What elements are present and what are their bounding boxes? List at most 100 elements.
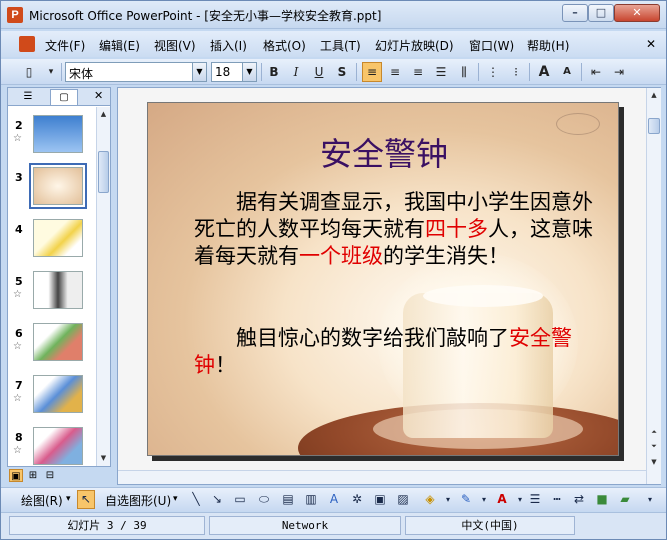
textbox-icon[interactable]: ▤ <box>279 490 297 509</box>
slide-title[interactable]: 安全警钟 <box>148 129 618 175</box>
thumbnail-slide-5[interactable]: 5 ☆ <box>8 269 96 319</box>
shrink-font-button[interactable]: A <box>557 62 577 82</box>
slide-sorter-view-icon[interactable]: ⊞ <box>26 469 40 482</box>
align-center-icon[interactable]: ≡ <box>385 62 405 82</box>
slide-editing-area: 安全警钟 据有关调查显示，我国中小学生因意外死亡的人数平均每天就有四十多人，这意… <box>117 87 661 485</box>
underline-button[interactable]: U <box>309 62 329 82</box>
scroll-down-icon[interactable]: ▼ <box>648 456 660 468</box>
scroll-down-icon[interactable]: ▼ <box>98 452 109 464</box>
menu-insert[interactable]: 插入(I) <box>210 37 247 54</box>
slide-thumbnail-image <box>33 323 83 361</box>
increase-indent-icon[interactable]: ⇥ <box>609 62 629 82</box>
font-color-icon[interactable]: A <box>493 490 511 509</box>
decrease-indent-icon[interactable]: ⇤ <box>586 62 606 82</box>
minimize-button[interactable]: – <box>562 4 588 22</box>
arrow-style-icon[interactable]: ⇄ <box>570 490 588 509</box>
slides-tab-icon[interactable]: ▢ <box>50 89 78 105</box>
shadow-style-icon[interactable]: ■ <box>593 490 611 509</box>
para2-text-b: ！ <box>215 353 236 377</box>
thumbnail-slide-2[interactable]: 2 ☆ <box>8 113 96 163</box>
italic-button[interactable]: I <box>286 62 306 82</box>
chevron-down-icon[interactable]: ▼ <box>242 63 256 81</box>
chevron-down-icon[interactable]: ▾ <box>173 494 178 504</box>
font-name-select[interactable]: 宋体 ▼ <box>65 62 207 82</box>
numbering-icon[interactable]: ⋮ <box>483 62 503 82</box>
grow-font-button[interactable]: A <box>534 62 554 82</box>
picture-icon[interactable]: ▨ <box>394 490 412 509</box>
chevron-down-icon[interactable]: ▾ <box>475 490 493 509</box>
para1-text-c: 的学生消失！ <box>383 244 509 268</box>
font-size-select[interactable]: 18 ▼ <box>211 62 257 82</box>
previous-slide-icon[interactable]: ⏶ <box>648 426 660 438</box>
vertical-textbox-icon[interactable]: ▥ <box>302 490 320 509</box>
slide-number: 4 <box>15 223 23 236</box>
slide-paragraph-2[interactable]: 触目惊心的数字给我们敲响了安全警钟！ <box>194 325 594 379</box>
thumbnail-slide-6[interactable]: 6 ☆ <box>8 321 96 371</box>
outline-tab-icon[interactable]: ☰ <box>14 89 42 105</box>
distributed-icon[interactable]: ⫼ <box>454 62 474 82</box>
menu-edit[interactable]: 编辑(E) <box>99 37 140 54</box>
menu-slideshow[interactable]: 幻灯片放映(D) <box>375 37 454 54</box>
align-right-icon[interactable]: ≡ <box>408 62 428 82</box>
autoshapes-menu-button[interactable]: 自选图形(U) <box>105 492 171 509</box>
close-button[interactable]: ✕ <box>614 4 660 22</box>
thumbnail-slide-8[interactable]: 8 ☆ <box>8 425 96 466</box>
menu-help[interactable]: 帮助(H) <box>527 37 569 54</box>
dropdown-chevron-icon[interactable]: ▾ <box>41 62 61 82</box>
slideshow-view-icon[interactable]: ⊟ <box>43 469 57 482</box>
menu-window[interactable]: 窗口(W) <box>469 37 514 54</box>
slide-horizontal-scrollbar[interactable] <box>118 470 646 484</box>
shadow-button[interactable]: S <box>332 62 352 82</box>
chevron-down-icon[interactable]: ▼ <box>192 63 206 81</box>
powerpoint-app-icon[interactable]: P <box>7 7 23 23</box>
drawing-toolbar: 绘图(R) ▾ ↖ 自选图形(U) ▾ ╲ ↘ ▭ ⬭ ▤ ▥ A ✲ ▣ ▨ … <box>1 487 666 511</box>
thumbnail-slide-3[interactable]: 3 <box>8 163 96 215</box>
bullets-icon[interactable]: ⁝ <box>506 62 526 82</box>
maximize-button[interactable]: □ <box>588 4 614 22</box>
slide-thumbnail-image <box>33 219 83 257</box>
menu-tools[interactable]: 工具(T) <box>320 37 361 54</box>
para1-highlight-1: 四十多 <box>425 217 488 241</box>
pane-scrollbar[interactable]: ▲ ▼ <box>96 107 110 466</box>
justify-icon[interactable]: ☰ <box>431 62 451 82</box>
document-close-button[interactable]: ✕ <box>643 36 659 52</box>
draw-menu-button[interactable]: 绘图(R) <box>21 492 63 509</box>
scroll-up-icon[interactable]: ▲ <box>98 108 109 120</box>
menu-view[interactable]: 视图(V) <box>154 37 196 54</box>
select-cursor-icon[interactable]: ↖ <box>77 490 95 509</box>
fill-color-icon[interactable]: ◈ <box>421 490 439 509</box>
thumbnail-slide-4[interactable]: 4 <box>8 217 96 267</box>
new-document-icon[interactable]: ▯ <box>19 62 39 82</box>
slide-thumbnail-image <box>33 115 83 153</box>
chevron-down-icon[interactable]: ▾ <box>66 494 71 504</box>
scrollbar-thumb[interactable] <box>648 118 660 134</box>
clipart-icon[interactable]: ▣ <box>371 490 389 509</box>
normal-view-icon[interactable]: ▣ <box>9 469 23 482</box>
toolbar-options-icon[interactable]: ▾ <box>641 490 659 509</box>
rectangle-icon[interactable]: ▭ <box>231 490 249 509</box>
bold-button[interactable]: B <box>264 62 284 82</box>
diagram-icon[interactable]: ✲ <box>348 490 366 509</box>
scrollbar-thumb[interactable] <box>98 151 109 193</box>
wordart-icon[interactable]: A <box>325 490 343 509</box>
arrow-icon[interactable]: ↘ <box>208 490 226 509</box>
line-color-icon[interactable]: ✎ <box>457 490 475 509</box>
document-icon[interactable] <box>19 36 35 52</box>
menu-format[interactable]: 格式(O) <box>263 37 306 54</box>
pane-close-icon[interactable]: ✕ <box>94 89 103 102</box>
slide-vertical-scrollbar[interactable]: ▲ ⏶ ⏷ ▼ <box>646 88 661 484</box>
chevron-down-icon[interactable]: ▾ <box>439 490 457 509</box>
3d-style-icon[interactable]: ▰ <box>616 490 634 509</box>
line-icon[interactable]: ╲ <box>187 490 205 509</box>
toolbar-separator <box>478 63 479 81</box>
line-style-icon[interactable]: ☰ <box>526 490 544 509</box>
menu-file[interactable]: 文件(F) <box>45 37 85 54</box>
current-slide[interactable]: 安全警钟 据有关调查显示，我国中小学生因意外死亡的人数平均每天就有四十多人，这意… <box>147 102 619 456</box>
next-slide-icon[interactable]: ⏷ <box>648 440 660 452</box>
scroll-up-icon[interactable]: ▲ <box>648 89 660 101</box>
oval-icon[interactable]: ⬭ <box>255 490 273 509</box>
slide-paragraph-1[interactable]: 据有关调查显示，我国中小学生因意外死亡的人数平均每天就有四十多人，这意味着每天就… <box>194 189 594 270</box>
align-left-icon[interactable]: ≡ <box>362 62 382 82</box>
thumbnail-slide-7[interactable]: 7 ☆ <box>8 373 96 423</box>
dash-style-icon[interactable]: ┅ <box>548 490 566 509</box>
